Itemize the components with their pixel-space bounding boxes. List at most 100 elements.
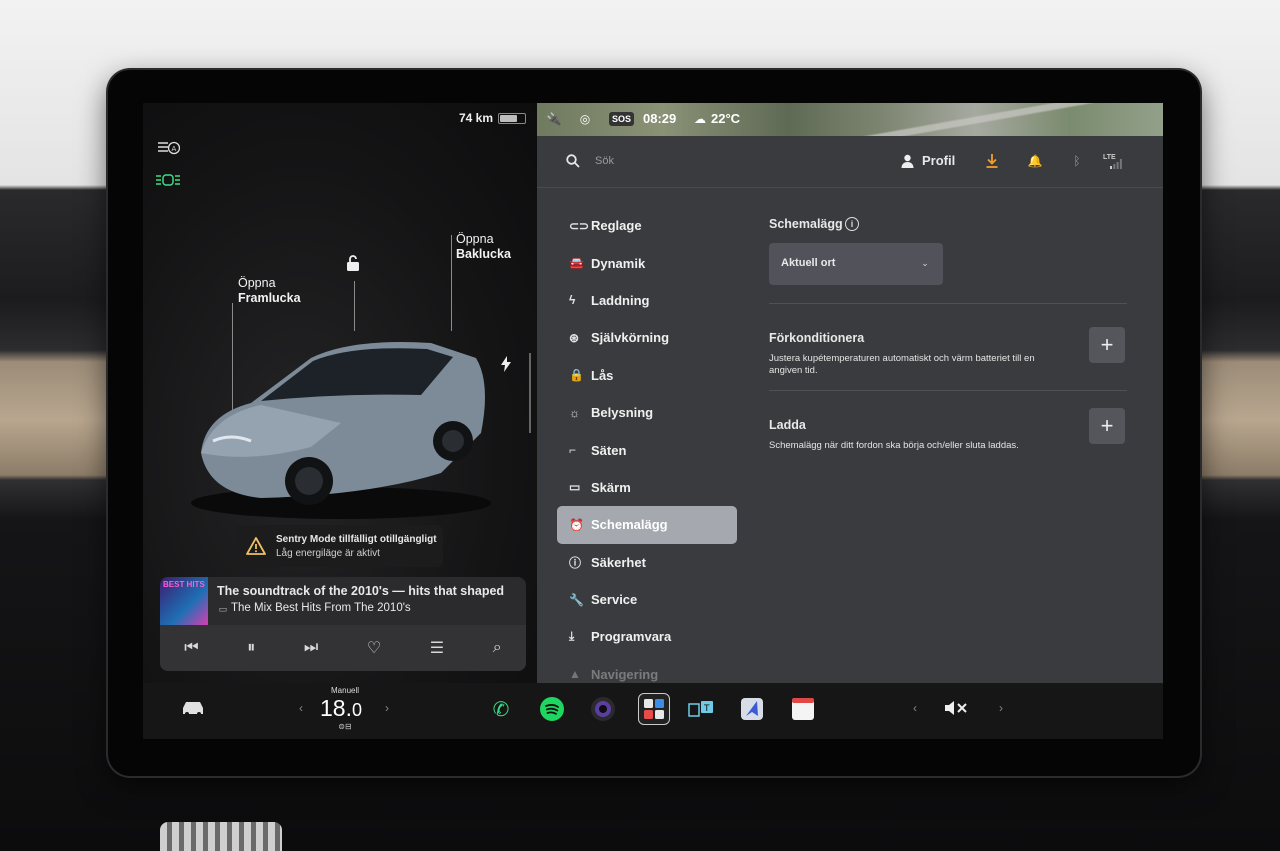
- menu-item-label: Belysning: [591, 405, 654, 421]
- alarm-clock-icon: ⏰: [569, 517, 584, 532]
- scroll-indicator[interactable]: [529, 353, 531, 433]
- navigation-icon: ▲: [569, 667, 581, 682]
- menu-item-dynamik[interactable]: 🚘 Dynamik: [557, 244, 737, 281]
- album-art-text: BEST HITS: [163, 580, 205, 589]
- plus-icon: +: [1100, 413, 1114, 438]
- charge-cable-icon: 🔌: [546, 112, 562, 126]
- add-precondition-button[interactable]: +: [1089, 327, 1125, 363]
- schedule-title: Schemalägg: [769, 217, 843, 231]
- outside-temperature: 22°C: [711, 111, 741, 126]
- volume-up-arrow-icon[interactable]: ›: [995, 701, 1007, 715]
- menu-item-saten[interactable]: ⌐ Säten: [557, 431, 737, 468]
- toybox-app-icon[interactable]: T: [687, 695, 715, 723]
- album-art[interactable]: BEST HITS: [160, 577, 208, 625]
- settings-top-bar: Sök Profil 🔔 ᛒ LTE: [537, 136, 1163, 188]
- frunk-open-button[interactable]: Öppna Framlucka: [238, 276, 301, 306]
- menu-item-label: Navigering: [591, 666, 659, 682]
- mute-volume-icon[interactable]: [943, 698, 969, 718]
- charge-description: Schemalägg när ditt fordon ska börja och…: [769, 440, 1019, 451]
- menu-item-label: Skärm: [591, 479, 631, 495]
- charge-title: Ladda: [769, 418, 806, 432]
- cabin-temperature[interactable]: 18.0: [320, 695, 362, 722]
- menu-item-belysning[interactable]: ☼ Belysning: [557, 394, 737, 431]
- menu-item-reglage[interactable]: ⊂⊃ Reglage: [557, 207, 737, 244]
- volume-down-arrow-icon[interactable]: ‹: [909, 701, 921, 715]
- alert-subtitle: Låg energiläge är aktivt: [276, 548, 380, 559]
- spotify-app-icon[interactable]: [538, 695, 566, 723]
- add-charge-schedule-button[interactable]: +: [1089, 408, 1125, 444]
- location-select-value: Aktuell ort: [781, 257, 836, 269]
- menu-item-las[interactable]: 🔒 Lås: [557, 357, 737, 394]
- bluetooth-icon[interactable]: ᛒ: [1069, 153, 1085, 169]
- charge-port-icon[interactable]: [497, 355, 515, 373]
- profile-icon[interactable]: [899, 153, 915, 169]
- location-select[interactable]: Aktuell ort ⌄: [769, 243, 943, 285]
- menu-item-sjalvkorning[interactable]: ⊛ Självkörning: [557, 319, 737, 356]
- track-subtitle[interactable]: The Mix Best Hits From The 2010's: [231, 602, 411, 614]
- divider: [769, 390, 1127, 391]
- warning-icon: [245, 535, 267, 557]
- menu-item-label: Självkörning: [591, 330, 670, 346]
- steering-wheel-icon: ⊛: [569, 330, 580, 345]
- trunk-label-line1: Öppna: [456, 232, 494, 246]
- photo-scene: A 74 km Öppna Framlucka Öppna Baklucka S…: [0, 0, 1280, 851]
- toggle-icon: ⊂⊃: [569, 218, 590, 233]
- menu-item-label: Lås: [591, 367, 614, 383]
- search-input[interactable]: Sök: [595, 155, 614, 167]
- wrench-icon: 🔧: [569, 592, 584, 607]
- sun-icon: ☼: [569, 405, 580, 420]
- alert-title: Sentry Mode tillfälligt otillgängligt: [276, 534, 437, 545]
- next-track-icon[interactable]: ⏭: [304, 639, 318, 657]
- menu-item-programvara[interactable]: ⤓ Programvara: [557, 618, 737, 655]
- notification-bell-icon[interactable]: 🔔: [1027, 153, 1043, 169]
- temp-down-arrow-icon[interactable]: ‹: [295, 701, 307, 715]
- map-preview-strip[interactable]: 🔌 ◎ SOS 08:29 ☁ 22°C: [537, 103, 1163, 136]
- range-readout: 74 km: [459, 111, 494, 125]
- previous-track-icon[interactable]: ⏮: [184, 639, 198, 657]
- info-icon[interactable]: i: [845, 217, 859, 231]
- sentry-mode-alert: Sentry Mode tillfälligt otillgängligt Lå…: [235, 525, 443, 567]
- vehicle-panel: A 74 km Öppna Framlucka Öppna Baklucka S…: [143, 103, 537, 683]
- camera-app-icon[interactable]: [589, 695, 617, 723]
- menu-item-label: Säkerhet: [591, 554, 646, 570]
- bottom-dock: ‹ Manuell 18.0 ⊜⊟ › ✆ T ‹ ›: [143, 683, 1163, 739]
- auto-headlights-icon[interactable]: A: [155, 139, 181, 157]
- climate-mode-label: Manuell: [331, 686, 360, 695]
- temperature-whole: 18.: [320, 695, 352, 721]
- car-controls-icon[interactable]: [179, 697, 207, 719]
- seat-icon: ⌐: [569, 443, 577, 458]
- menu-item-laddning[interactable]: ϟ Laddning: [557, 282, 737, 319]
- temp-up-arrow-icon[interactable]: ›: [381, 701, 393, 715]
- calendar-app-icon[interactable]: [789, 695, 817, 723]
- menu-item-label: Reglage: [591, 218, 642, 234]
- media-search-icon[interactable]: ⌕: [493, 639, 502, 657]
- trunk-label-line2: Baklucka: [456, 247, 511, 261]
- settings-menu: ⊂⊃ Reglage 🚘 Dynamik ϟ Laddning ⊛ Självkörni…: [557, 207, 737, 693]
- menu-item-schemalagg[interactable]: ⏰ Schemalägg: [557, 506, 737, 544]
- phone-app-icon[interactable]: ✆: [487, 695, 515, 723]
- unlock-icon[interactable]: [343, 253, 363, 273]
- menu-item-label: Schemalägg: [591, 517, 668, 533]
- display-icon: ▭: [569, 480, 581, 495]
- menu-item-sakerhet[interactable]: ⓘ Säkerhet: [557, 544, 737, 581]
- menu-item-label: Service: [591, 592, 638, 608]
- heart-icon[interactable]: ♡: [367, 638, 381, 658]
- settings-panel: 🔌 ◎ SOS 08:29 ☁ 22°C Sök Profil �: [537, 103, 1163, 683]
- signal-strength-icon: [1109, 158, 1123, 170]
- app-launcher-icon[interactable]: [638, 693, 670, 725]
- pause-icon[interactable]: ⏸: [247, 639, 255, 657]
- track-title[interactable]: The soundtrack of the 2010's — hits that…: [217, 584, 517, 598]
- menu-item-skarm[interactable]: ▭ Skärm: [557, 469, 737, 506]
- menu-item-service[interactable]: 🔧 Service: [557, 581, 737, 618]
- trunk-open-button[interactable]: Öppna Baklucka: [456, 232, 511, 262]
- sos-indicator[interactable]: SOS: [609, 112, 635, 126]
- weather-icon: ☁: [694, 112, 706, 126]
- svg-text:A: A: [172, 145, 177, 153]
- navigation-app-icon[interactable]: [738, 695, 766, 723]
- software-download-icon[interactable]: [984, 153, 1000, 169]
- search-icon[interactable]: [565, 153, 581, 169]
- clock: 08:29: [643, 111, 677, 126]
- profile-label[interactable]: Profil: [922, 153, 955, 168]
- map-road: [797, 103, 1163, 136]
- equalizer-icon[interactable]: ☰: [430, 638, 444, 658]
